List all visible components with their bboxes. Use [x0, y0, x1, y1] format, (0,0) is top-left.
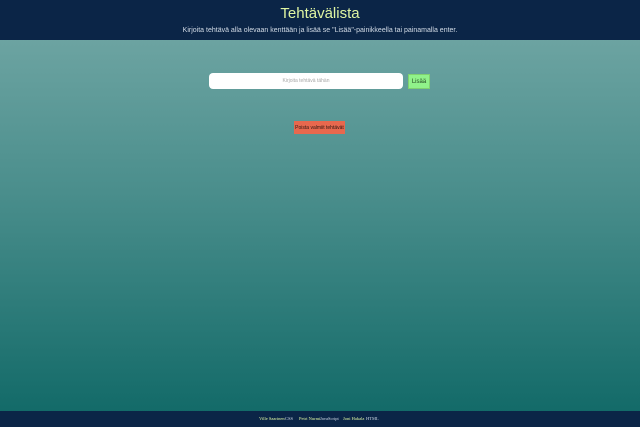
- page-instructions: Kirjoita tehtävä alla olevaan kenttään j…: [182, 27, 458, 34]
- clear-completed-button[interactable]: Poista valmiit tehtävät: [294, 121, 345, 134]
- footer: Ville Saarinen CSS Petri Nurmi JavaScrip…: [0, 411, 640, 427]
- page-title: Tehtävälista: [280, 5, 360, 22]
- credit-tech: HTML: [366, 416, 379, 421]
- task-input[interactable]: [209, 73, 403, 89]
- credit-name: Petri Nurmi: [299, 416, 321, 421]
- credit-tech: JavaScript: [320, 416, 339, 421]
- page-header: Tehtävälista Kirjoita tehtävä alla oleva…: [0, 0, 640, 40]
- credit-tech: CSS: [285, 416, 294, 421]
- task-list: [209, 95, 431, 115]
- credit-name: Joni Hakala: [343, 416, 365, 421]
- credit-name: Ville Saarinen: [259, 416, 285, 421]
- add-task-button[interactable]: Lisää: [408, 74, 430, 89]
